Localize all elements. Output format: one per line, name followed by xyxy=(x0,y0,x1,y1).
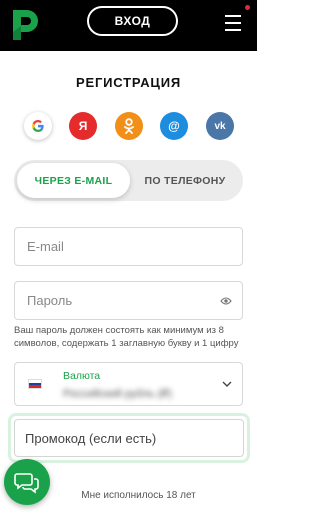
top-bar: ВХОД xyxy=(0,0,257,51)
brand-logo-icon[interactable] xyxy=(5,6,45,44)
promo-code-wrapper: Промокод (если есть) xyxy=(8,413,250,463)
russia-flag-icon xyxy=(28,379,42,389)
password-placeholder: Пароль xyxy=(27,293,73,308)
social-login-row: Я @ vk xyxy=(24,112,234,142)
currency-select[interactable]: Валюта Российский рубль (₽) xyxy=(14,362,243,406)
password-hint: Ваш пароль должен состоять как минимум и… xyxy=(14,325,239,349)
email-placeholder: E-mail xyxy=(27,239,64,254)
password-field[interactable]: Пароль xyxy=(14,281,243,320)
promo-code-field[interactable]: Промокод (если есть) xyxy=(14,419,244,457)
tab-phone[interactable]: ПО ТЕЛЕФОНУ xyxy=(130,163,240,198)
registration-method-tabs: ЧЕРЕЗ E-MAIL ПО ТЕЛЕФОНУ xyxy=(14,160,243,201)
notification-dot xyxy=(245,5,250,10)
ok-icon[interactable] xyxy=(115,112,143,140)
google-icon[interactable] xyxy=(24,112,52,140)
tab-email[interactable]: ЧЕРЕЗ E-MAIL xyxy=(17,163,130,198)
email-field[interactable]: E-mail xyxy=(14,227,243,266)
chat-support-button[interactable] xyxy=(4,459,50,505)
chat-bubbles-icon xyxy=(14,473,39,494)
currency-label: Валюта xyxy=(63,370,101,382)
promo-placeholder: Промокод (если есть) xyxy=(25,430,157,446)
hamburger-menu-icon[interactable] xyxy=(225,5,250,38)
mail-at-icon[interactable]: @ xyxy=(160,112,188,140)
yandex-icon[interactable]: Я xyxy=(69,112,97,140)
chevron-down-icon xyxy=(222,381,232,387)
eye-icon[interactable] xyxy=(220,295,232,307)
currency-value: Российский рубль (₽) xyxy=(63,388,172,400)
vk-icon[interactable]: vk xyxy=(206,112,234,140)
login-button[interactable]: ВХОД xyxy=(87,6,178,36)
page-title: РЕГИСТРАЦИЯ xyxy=(76,75,181,90)
